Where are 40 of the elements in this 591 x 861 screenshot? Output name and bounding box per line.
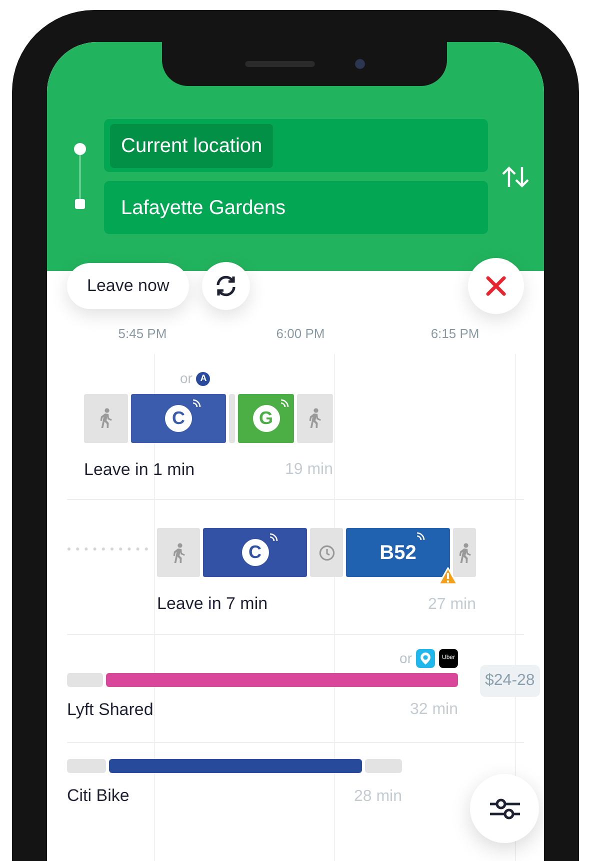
route-title: Leave in 1 min — [84, 458, 195, 480]
line-badge: A — [196, 372, 210, 386]
access-segment — [365, 759, 402, 773]
refresh-icon — [214, 274, 238, 298]
or-label: or — [180, 369, 192, 388]
destination-field[interactable]: Lafayette Gardens — [104, 181, 488, 234]
access-segment — [67, 672, 103, 686]
sliders-icon — [488, 798, 520, 820]
walking-person-icon — [99, 408, 113, 428]
close-icon — [486, 276, 506, 296]
swap-arrows-icon — [501, 166, 531, 188]
duration-label: 19 min — [284, 460, 333, 480]
leave-now-button[interactable]: Leave now — [67, 263, 190, 309]
clock-icon — [318, 544, 334, 560]
origin-value: Current location — [110, 124, 274, 168]
route-title: Lyft Shared — [67, 698, 154, 720]
duration-label: 27 min — [428, 594, 476, 614]
route-endpoints-icon — [73, 142, 87, 212]
or-label: or — [400, 649, 412, 668]
price-tag: $24-28 — [480, 664, 540, 696]
bus-route-label: B52 — [380, 542, 416, 564]
line-badge: C — [165, 404, 192, 432]
line-badge: G — [252, 404, 280, 432]
access-segment — [67, 759, 106, 773]
origin-field[interactable]: Current location — [104, 119, 488, 172]
duration-label: 28 min — [354, 786, 402, 806]
transfer-segment — [229, 394, 235, 442]
walking-person-icon — [172, 542, 186, 562]
route-title: Leave in 7 min — [157, 593, 268, 615]
destination-value: Lafayette Gardens — [121, 196, 286, 220]
walking-person-icon — [308, 408, 322, 428]
route-title: Citi Bike — [67, 785, 130, 807]
line-badge: C — [242, 539, 268, 566]
duration-label: 32 min — [410, 700, 458, 720]
location-pin-app-icon — [416, 649, 435, 668]
camera-lens — [354, 59, 364, 69]
time-tick-label: 6:00 PM — [276, 325, 325, 343]
walking-person-icon — [458, 542, 472, 562]
time-tick-label: 6:15 PM — [430, 325, 480, 343]
time-tick-label: 5:45 PM — [118, 325, 167, 343]
